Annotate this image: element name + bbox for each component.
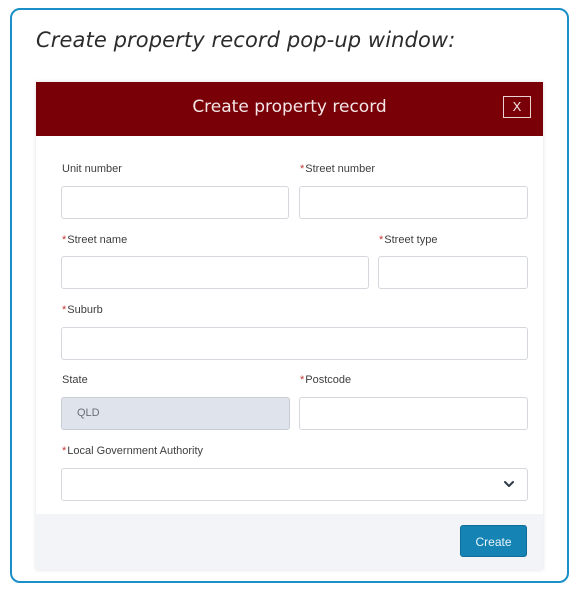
create-button[interactable]: Create <box>460 525 527 557</box>
street-number-label: *Street number <box>300 163 375 175</box>
street-number-label-text: Street number <box>305 163 375 175</box>
suburb-input[interactable] <box>61 327 528 360</box>
lga-select[interactable] <box>61 468 528 501</box>
street-type-label: *Street type <box>379 234 437 246</box>
postcode-input[interactable] <box>299 397 528 430</box>
unit-number-label-text: Unit number <box>62 163 122 175</box>
suburb-label-text: Suburb <box>67 304 103 316</box>
street-name-label-text: Street name <box>67 234 128 246</box>
required-marker: * <box>62 445 67 457</box>
state-label: State <box>62 374 88 386</box>
dialog-footer: Create <box>36 514 543 570</box>
dialog-header: Create property record X <box>36 82 543 136</box>
street-number-input[interactable] <box>299 186 528 219</box>
close-button[interactable]: X <box>503 96 531 118</box>
lga-label: *Local Government Authority <box>62 445 203 457</box>
required-marker: * <box>62 304 67 316</box>
state-value: QLD <box>77 407 100 419</box>
suburb-label: *Suburb <box>62 304 103 316</box>
street-name-label: *Street name <box>62 234 127 246</box>
lga-label-text: Local Government Authority <box>67 445 204 457</box>
dialog-title: Create property record <box>192 97 387 117</box>
state-input: QLD <box>61 397 290 430</box>
chevron-down-icon <box>504 481 514 487</box>
postcode-label-text: Postcode <box>305 374 352 386</box>
postcode-label: *Postcode <box>300 374 351 386</box>
create-property-dialog: Create property record X Unit number *St… <box>36 82 543 570</box>
street-type-input[interactable] <box>378 256 528 289</box>
street-type-label-text: Street type <box>384 234 438 246</box>
required-marker: * <box>62 234 67 246</box>
required-marker: * <box>300 374 305 386</box>
caption: Create property record pop-up window: <box>36 28 456 52</box>
required-marker: * <box>379 234 384 246</box>
unit-number-input[interactable] <box>61 186 289 219</box>
state-label-text: State <box>62 374 88 386</box>
street-name-input[interactable] <box>61 256 369 289</box>
unit-number-label: Unit number <box>62 163 122 175</box>
required-marker: * <box>300 163 305 175</box>
